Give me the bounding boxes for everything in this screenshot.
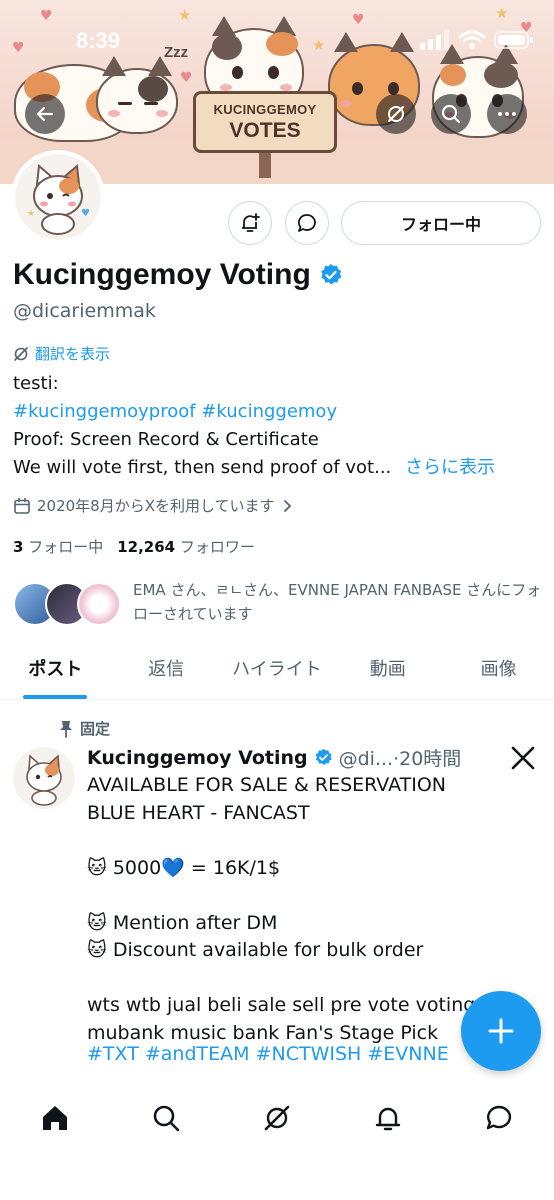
grok-button[interactable] xyxy=(376,94,416,134)
followed-by-text: EMA さん、ㄹㄴさん、EVNNE JAPAN FANBASE さんにフォローさ… xyxy=(133,581,542,623)
bell-icon xyxy=(375,1107,400,1131)
bio-line: testi: xyxy=(13,373,59,394)
star-decoration: ★ xyxy=(312,36,326,54)
tweet-handle-time: @di...·20時間 xyxy=(338,748,462,770)
heart-decoration: ♥ xyxy=(352,12,365,28)
profile-bio: testi: #kucinggemoyproof #kucinggemoy Pr… xyxy=(13,370,495,482)
status-icons xyxy=(420,30,534,50)
verified-badge-icon[interactable] xyxy=(319,263,343,287)
profile-handle: @dicariemmak xyxy=(13,300,156,322)
home-icon xyxy=(43,1106,68,1130)
pinned-indicator: 固定 xyxy=(58,718,110,739)
bio-line: We will vote first, then send proof of v… xyxy=(13,457,392,478)
star-decoration: ★ xyxy=(495,4,509,22)
sign-line1: KUCINGGEMOY xyxy=(213,102,317,117)
message-icon xyxy=(486,1105,511,1130)
grok-icon xyxy=(387,105,405,123)
nav-home[interactable] xyxy=(27,1090,83,1146)
followers-label: フォロワー xyxy=(179,538,255,556)
tab-posts[interactable]: ポスト xyxy=(0,640,111,699)
bio-line-truncated: We will vote first, then send proof of v… xyxy=(13,454,495,482)
back-arrow-icon xyxy=(36,106,54,122)
joined-label: 2020年8月からXを利用しています xyxy=(37,497,275,515)
display-name: Kucinggemoy Voting xyxy=(13,258,311,291)
tweet-header: Kucinggemoy Voting @di...·20時間 xyxy=(87,744,507,771)
follow-counts: 3 フォロー中 12,264 フォロワー xyxy=(13,536,255,557)
profile-tabs: ポスト 返信 ハイライト 動画 画像 xyxy=(0,640,554,700)
x-logo-icon xyxy=(511,746,535,770)
follower-avatars xyxy=(13,578,121,626)
tweet-author-avatar[interactable] xyxy=(13,747,75,809)
search-button[interactable] xyxy=(431,94,471,134)
translate-bio-link[interactable]: 翻訳を表示 xyxy=(13,343,110,364)
avatar xyxy=(77,582,121,626)
following-button[interactable]: フォロー中 xyxy=(341,201,541,245)
bio-hashtags[interactable]: #kucinggemoyproof #kucinggemoy xyxy=(13,398,495,426)
followers-count-link[interactable]: 12,264 フォロワー xyxy=(117,536,255,557)
votes-sign: KUCINGGEMOY VOTES xyxy=(193,91,337,153)
notification-subscribe-button[interactable] xyxy=(228,201,272,245)
tab-highlights[interactable]: ハイライト xyxy=(222,640,333,699)
snore-text: Zzz xyxy=(164,44,189,61)
translate-label: 翻訳を表示 xyxy=(35,345,111,363)
search-icon xyxy=(153,1105,180,1132)
back-button[interactable] xyxy=(25,94,65,134)
grok-icon xyxy=(264,1105,290,1131)
pinned-label: 固定 xyxy=(80,720,111,738)
display-name-row: Kucinggemoy Voting xyxy=(13,258,343,292)
plus-icon xyxy=(488,1018,514,1044)
star-decoration: ★ xyxy=(178,6,192,24)
more-icon xyxy=(498,112,516,116)
joined-date[interactable]: 2020年8月からXを利用しています xyxy=(13,495,293,516)
pin-icon xyxy=(60,720,72,738)
following-label: フォロー中 xyxy=(28,538,104,556)
heart-decoration: ♥ xyxy=(180,70,193,86)
sleeping-cat-head xyxy=(96,56,178,134)
nav-messages[interactable] xyxy=(471,1090,527,1146)
sign-post xyxy=(259,150,271,178)
heart-decoration: ♥ xyxy=(40,8,53,24)
battery-icon xyxy=(494,31,533,49)
grok-icon xyxy=(14,346,28,361)
verified-badge-icon xyxy=(315,748,332,766)
cellular-signal-icon xyxy=(420,30,449,50)
tab-videos[interactable]: 動画 xyxy=(332,640,443,699)
following-count: 3 xyxy=(13,538,24,556)
bell-plus-icon xyxy=(242,213,260,232)
cat-avatar-image: ♥ ★ xyxy=(27,164,90,235)
followers-count: 12,264 xyxy=(117,538,176,556)
tab-replies[interactable]: 返信 xyxy=(111,640,222,699)
wifi-icon xyxy=(458,30,486,49)
status-time: 8:39 xyxy=(76,28,121,53)
bottom-navigation xyxy=(0,1088,554,1148)
bio-line: Proof: Screen Record & Certificate xyxy=(13,429,319,450)
followed-by-row[interactable]: EMA さん、ㄹㄴさん、EVNNE JAPAN FANBASE さんにフォローさ… xyxy=(13,578,543,626)
sign-line2: VOTES xyxy=(229,119,301,142)
message-icon xyxy=(298,214,316,232)
compose-button[interactable] xyxy=(461,991,541,1071)
profile-avatar[interactable]: ♥ ★ xyxy=(11,150,105,244)
following-count-link[interactable]: 3 フォロー中 xyxy=(13,536,103,557)
svg-text:★: ★ xyxy=(27,209,35,219)
search-icon xyxy=(441,104,461,124)
heart-decoration: ♥ xyxy=(12,40,25,56)
nav-grok[interactable] xyxy=(249,1090,305,1146)
svg-text:♥: ♥ xyxy=(81,208,90,219)
cat-avatar-image xyxy=(26,754,62,806)
message-button[interactable] xyxy=(285,201,329,245)
tweet-hashtags[interactable]: #TXT #andTEAM #NCTWISH #EVNNE xyxy=(87,1043,449,1065)
calendar-icon xyxy=(14,497,30,514)
nav-notifications[interactable] xyxy=(360,1090,416,1146)
tab-images[interactable]: 画像 xyxy=(443,640,554,699)
tweet-author-name[interactable]: Kucinggemoy Voting xyxy=(87,747,308,769)
show-more-link[interactable]: さらに表示 xyxy=(405,457,495,478)
more-button[interactable] xyxy=(487,94,527,134)
chevron-right-icon xyxy=(283,499,291,512)
nav-search[interactable] xyxy=(138,1090,194,1146)
